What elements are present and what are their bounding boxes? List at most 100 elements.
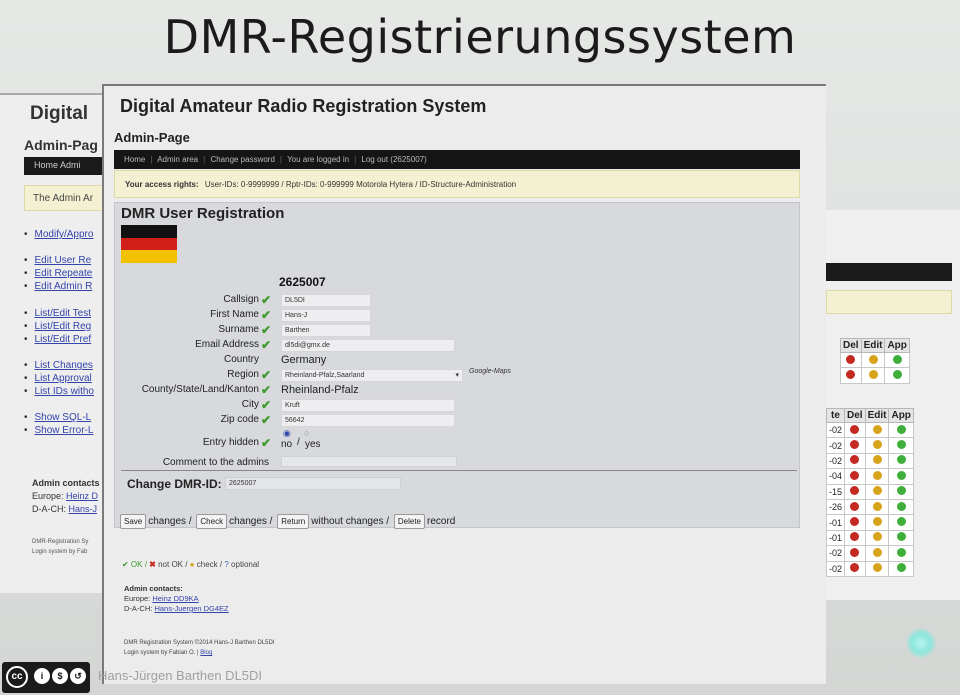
county-value: Rheinland-Pfalz bbox=[281, 384, 359, 396]
nav-admin-area[interactable]: Admin area bbox=[157, 155, 198, 164]
table-row: -26 bbox=[825, 498, 914, 516]
edit-icon[interactable] bbox=[872, 470, 882, 480]
access-rights-label: Your access rights: bbox=[125, 180, 199, 189]
footer: DMR Registration System ©2014 Hans-J Bar… bbox=[124, 638, 274, 658]
region-row: Region ✔ Rheinland-Pfalz,Saarland bbox=[115, 368, 801, 383]
footer-copyright: DMR Registration System ©2014 Hans-J Bar… bbox=[124, 640, 275, 646]
back-dach-link[interactable]: Hans-J bbox=[69, 504, 98, 514]
delete-icon[interactable] bbox=[850, 547, 860, 557]
back-window-nav: Home Admi bbox=[24, 157, 110, 175]
check-text: changes / bbox=[229, 516, 273, 528]
approve-icon[interactable] bbox=[892, 354, 902, 364]
back-link[interactable]: Edit Repeate bbox=[24, 267, 93, 280]
callsign-row: Callsign ✔ DL5DI bbox=[115, 293, 801, 308]
firstname-field[interactable]: Hans-J bbox=[281, 309, 371, 322]
firstname-row: First Name ✔ Hans-J bbox=[115, 308, 801, 323]
edit-icon[interactable] bbox=[872, 547, 882, 557]
europe-contact-link[interactable]: Heinz DD9KA bbox=[152, 594, 198, 603]
edit-icon[interactable] bbox=[872, 501, 882, 511]
delete-icon[interactable] bbox=[850, 470, 860, 480]
delete-icon[interactable] bbox=[850, 501, 860, 511]
cc-icon: cc bbox=[6, 666, 28, 688]
table-row: -02 bbox=[825, 545, 914, 562]
right-window-info-box bbox=[826, 290, 952, 314]
radio-yes[interactable]: ○ bbox=[304, 428, 309, 438]
approve-icon[interactable] bbox=[896, 470, 906, 480]
form-actions: Save changes / Check changes / Return witho… bbox=[118, 514, 455, 529]
footer-blog-link[interactable]: Blog bbox=[200, 650, 212, 656]
date-cell: -01 bbox=[825, 514, 846, 531]
city-field[interactable]: Kruft bbox=[281, 399, 455, 412]
column-header-del: Del bbox=[844, 408, 866, 423]
date-cell: -15 bbox=[825, 483, 846, 500]
check-button[interactable]: Check bbox=[196, 514, 228, 529]
radio-no[interactable]: ◉ bbox=[283, 428, 291, 439]
delete-icon[interactable] bbox=[850, 517, 860, 527]
back-links-group-2: Edit User Re Edit Repeate Edit Admin R bbox=[24, 254, 93, 293]
date-cell: -04 bbox=[825, 468, 846, 485]
back-europe-link[interactable]: Heinz D bbox=[66, 491, 98, 501]
approve-icon[interactable] bbox=[896, 547, 906, 557]
contacts-title: Admin contacts: bbox=[124, 584, 183, 593]
nav-bar: Home | Admin area | Change password | You a… bbox=[114, 150, 800, 169]
date-cell: -02 bbox=[825, 452, 846, 470]
approve-icon[interactable] bbox=[892, 370, 902, 380]
approve-icon[interactable] bbox=[896, 424, 906, 434]
delete-icon[interactable] bbox=[850, 440, 860, 450]
save-button[interactable]: Save bbox=[120, 514, 147, 529]
edit-icon[interactable] bbox=[868, 354, 878, 364]
nav-separator: | bbox=[279, 155, 282, 164]
delete-icon[interactable] bbox=[850, 532, 860, 542]
nav-change-password[interactable]: Change password bbox=[210, 155, 274, 164]
back-link[interactable]: Modify/Appro bbox=[24, 228, 94, 241]
comment-field[interactable] bbox=[281, 456, 457, 467]
surname-row: Surname ✔ Barthen bbox=[115, 323, 801, 338]
edit-icon[interactable] bbox=[872, 517, 882, 527]
nav-home[interactable]: Home bbox=[124, 155, 145, 164]
edit-icon[interactable] bbox=[872, 486, 882, 496]
nav-logout[interactable]: Log out (2625007) bbox=[361, 155, 426, 164]
right-table-2-body: -02 -02 -02 -04 -15 -26 -01 -01 -02 -02 bbox=[825, 421, 914, 577]
approve-icon[interactable] bbox=[896, 501, 906, 511]
email-field[interactable]: dl5di@gmx.de bbox=[281, 339, 455, 352]
delete-icon[interactable] bbox=[850, 486, 860, 496]
check-icon: ● bbox=[189, 560, 195, 569]
date-cell: -26 bbox=[825, 498, 846, 516]
zip-field[interactable]: 56642 bbox=[281, 414, 455, 427]
return-button[interactable]: Return bbox=[277, 514, 310, 529]
delete-icon[interactable] bbox=[850, 424, 860, 434]
noncommercial-icon: $ bbox=[52, 668, 68, 684]
status-legend: ✔ OK / ✖ not OK / ● check / ? optional bbox=[122, 560, 259, 569]
dach-contact-link[interactable]: Hans-Juergen DG4EZ bbox=[154, 604, 228, 613]
delete-text: record bbox=[426, 516, 456, 528]
change-id-field[interactable]: 2625007 bbox=[225, 477, 401, 490]
region-select[interactable]: Rheinland-Pfalz,Saarland bbox=[281, 369, 463, 382]
edit-icon[interactable] bbox=[872, 424, 882, 434]
delete-button[interactable]: Delete bbox=[393, 514, 425, 529]
approve-icon[interactable] bbox=[896, 532, 906, 542]
back-link[interactable]: Edit User Re bbox=[24, 254, 92, 267]
approve-icon[interactable] bbox=[896, 563, 906, 573]
approve-icon[interactable] bbox=[896, 517, 906, 527]
approve-icon[interactable] bbox=[896, 440, 906, 450]
approve-icon[interactable] bbox=[896, 455, 906, 465]
callsign-field[interactable]: DL5DI bbox=[281, 294, 371, 307]
edit-icon[interactable] bbox=[872, 440, 882, 450]
back-footer-line: DMR-Registration Sy bbox=[32, 539, 89, 545]
creative-commons-badge: cc i $ ↺ bbox=[2, 662, 90, 693]
edit-icon[interactable] bbox=[872, 563, 882, 573]
back-link[interactable]: Show Error-L bbox=[24, 424, 94, 437]
edit-icon[interactable] bbox=[868, 370, 878, 380]
google-maps-link[interactable]: Google-Maps bbox=[469, 368, 511, 375]
delete-icon[interactable] bbox=[850, 455, 860, 465]
edit-icon[interactable] bbox=[872, 532, 882, 542]
delete-icon[interactable] bbox=[846, 370, 856, 380]
edit-icon[interactable] bbox=[872, 455, 882, 465]
return-text: without changes / bbox=[311, 516, 390, 528]
ok-check-icon: ✔ bbox=[261, 398, 272, 412]
surname-field[interactable]: Barthen bbox=[281, 324, 371, 337]
delete-icon[interactable] bbox=[850, 563, 860, 573]
delete-icon[interactable] bbox=[846, 354, 856, 364]
back-link[interactable]: Edit Admin R bbox=[24, 280, 93, 293]
approve-icon[interactable] bbox=[896, 486, 906, 496]
